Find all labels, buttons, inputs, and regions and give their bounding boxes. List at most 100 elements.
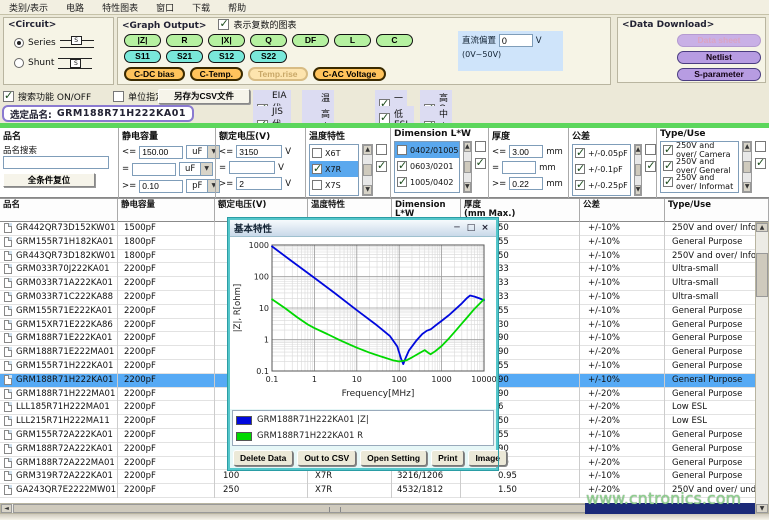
param-button-l[interactable]: L (334, 34, 371, 47)
char-button-c-temp-[interactable]: C-Temp. (190, 67, 243, 81)
type-use-scrollbar[interactable]: ▲▼ (742, 141, 752, 193)
scroll-up-arrow[interactable]: ▲ (756, 223, 768, 232)
circuit-option-series[interactable]: SeriesS (14, 36, 109, 50)
out-to-csv-button[interactable]: Out to CSV (297, 450, 356, 466)
search-option-checkbox-1[interactable]: 搜索功能 ON/OFF (3, 90, 91, 103)
thickness-input-1[interactable] (509, 145, 543, 158)
select-all-checkbox[interactable] (475, 158, 486, 169)
voltage-input-1[interactable] (236, 145, 282, 158)
save-csv-button[interactable]: 另存为CSV文件 (158, 89, 250, 104)
part-name-cell: GRM033R70J222KA01 (0, 263, 118, 277)
print-button[interactable]: Print (431, 450, 464, 466)
legend-label: GRM188R71H222KA01 |Z| (257, 415, 369, 425)
param-button-r[interactable]: R (166, 34, 203, 47)
param-button-q[interactable]: Q (250, 34, 287, 47)
tolerance-item-01pf[interactable]: +/-0.1pF (573, 161, 630, 177)
scroll-down-arrow[interactable]: ▼ (743, 182, 751, 192)
download-button-netlist[interactable]: Netlist (677, 51, 761, 64)
type-use-item-250vandoverinformat[interactable]: 250V and over/ Informat (661, 174, 738, 190)
select-all-checkbox[interactable] (376, 161, 387, 172)
show-multiple-graphs-checkbox[interactable]: 表示复数的图表 (218, 18, 296, 31)
tolerance-item-025pf[interactable]: +/-0.25pF (573, 177, 630, 193)
select-none-checkbox[interactable] (376, 144, 387, 155)
selected-part-box: 选定品名: GRM188R71H222KA01 (2, 105, 194, 122)
scroll-up-arrow[interactable]: ▲ (464, 142, 471, 152)
menu-item-3[interactable]: 特性图表 (93, 0, 147, 15)
select-all-checkbox[interactable] (645, 161, 656, 172)
delete-data-button[interactable]: Delete Data (233, 450, 293, 466)
char-button-c-dc-bias[interactable]: C-DC bias (124, 67, 185, 81)
horizontal-scroll-thumb[interactable] (13, 504, 643, 513)
dimension-item-06030201[interactable]: 0603/0201 (395, 158, 459, 174)
scroll-down-arrow[interactable]: ▼ (363, 185, 372, 195)
sparam-button-s11[interactable]: S11 (124, 50, 161, 63)
dimension-item-040201005[interactable]: 0402/01005 (395, 142, 459, 158)
param-button-df[interactable]: DF (292, 34, 329, 47)
param-button-z[interactable]: |Z| (124, 34, 161, 47)
dimension-item-10050402[interactable]: 1005/0402 (395, 174, 459, 190)
sparam-button-s12[interactable]: S12 (208, 50, 245, 63)
reset-all-button[interactable]: 全条件复位 (3, 173, 95, 187)
close-icon[interactable]: × (478, 223, 492, 233)
capacitance-unit-select-2[interactable]: uF▼ (179, 162, 213, 176)
temp-char-item-x7s[interactable]: X7S (310, 177, 358, 193)
menu-item-6[interactable]: 帮助 (219, 0, 255, 15)
part-name-search-input[interactable] (3, 156, 109, 169)
tolerance-list[interactable]: +/-0.05pF+/-0.1pF+/-0.25pF (572, 144, 631, 196)
temp-char-scrollbar[interactable]: ▲▼ (362, 144, 373, 196)
select-none-checkbox[interactable] (755, 141, 766, 152)
sparam-button-s22[interactable]: S22 (250, 50, 287, 63)
scroll-down-arrow[interactable]: ▼ (635, 185, 642, 195)
scroll-up-arrow[interactable]: ▲ (363, 145, 372, 155)
vertical-scrollbar[interactable]: ▲ ▼ (755, 222, 769, 514)
scroll-thumb[interactable] (464, 161, 471, 173)
dimension-scrollbar[interactable]: ▲▼ (463, 141, 472, 193)
type-use-item-250vandovercamera[interactable]: 250V and over/ Camera (661, 142, 738, 158)
capacitance-cell: 2200pF (118, 429, 215, 443)
thickness-input-2[interactable] (502, 161, 536, 174)
select-none-checkbox[interactable] (645, 144, 656, 155)
scroll-thumb[interactable] (363, 164, 372, 176)
thickness-input-3[interactable] (509, 177, 543, 190)
tolerance-item-005pf[interactable]: +/-0.05pF (573, 145, 630, 161)
dimension-list[interactable]: 0402/010050603/02011005/0402 (394, 141, 460, 193)
menu-item-2[interactable]: 电路 (57, 0, 93, 15)
circuit-option-shunt[interactable]: ShuntS (14, 56, 109, 70)
search-option-checkbox-2[interactable]: 单位指定 (113, 90, 164, 103)
menu-item-5[interactable]: 下载 (183, 0, 219, 15)
capacitance-input-3[interactable] (139, 180, 183, 193)
minimize-icon[interactable]: ─ (450, 223, 464, 233)
sparam-button-s21[interactable]: S21 (166, 50, 203, 63)
scroll-thumb[interactable] (743, 161, 751, 173)
temp-char-item-x7r[interactable]: X7R (310, 161, 358, 177)
param-button-x[interactable]: |X| (208, 34, 245, 47)
scroll-down-arrow[interactable]: ▼ (464, 182, 471, 192)
vertical-scroll-thumb[interactable] (756, 253, 768, 297)
select-all-checkbox[interactable] (755, 158, 766, 169)
popup-title-bar[interactable]: 基本特性 ─ □ × (230, 220, 496, 237)
scroll-up-arrow[interactable]: ▲ (743, 142, 751, 152)
temp-char-item-x6t[interactable]: X6T (310, 145, 358, 161)
menu-item-4[interactable]: 窗口 (147, 0, 183, 15)
download-button-s-parameter[interactable]: S-parameter (677, 68, 761, 81)
scroll-left-arrow[interactable]: ◄ (1, 504, 12, 513)
param-button-c[interactable]: C (376, 34, 413, 47)
temp-char-list[interactable]: X6TX7RX7S (309, 144, 359, 196)
voltage-input-2[interactable] (229, 161, 275, 174)
type-use-list[interactable]: 250V and over/ Camera250V and over/ Gene… (660, 141, 739, 193)
type-use-item-250vandovergeneral[interactable]: 250V and over/ General (661, 158, 738, 174)
voltage-input-3[interactable] (236, 177, 282, 190)
menu-item-1[interactable]: 类别/表示 (0, 0, 57, 15)
scroll-up-arrow[interactable]: ▲ (635, 145, 642, 155)
capacitance-input-1[interactable] (139, 146, 183, 159)
open-setting-button[interactable]: Open Setting (360, 450, 427, 466)
tolerance-scrollbar[interactable]: ▲▼ (634, 144, 643, 196)
dc-bias-input[interactable] (499, 34, 533, 47)
maximize-icon[interactable]: □ (464, 223, 478, 233)
scroll-thumb[interactable] (635, 164, 642, 176)
char-button-c-ac-voltage[interactable]: C-AC Voltage (313, 67, 387, 81)
table-row[interactable]: GRM319R72A222KA012200pF100X7R3216/12060.… (0, 470, 769, 484)
select-none-checkbox[interactable] (475, 141, 486, 152)
image-button[interactable]: Image (468, 450, 507, 466)
capacitance-input-2[interactable] (132, 163, 176, 176)
